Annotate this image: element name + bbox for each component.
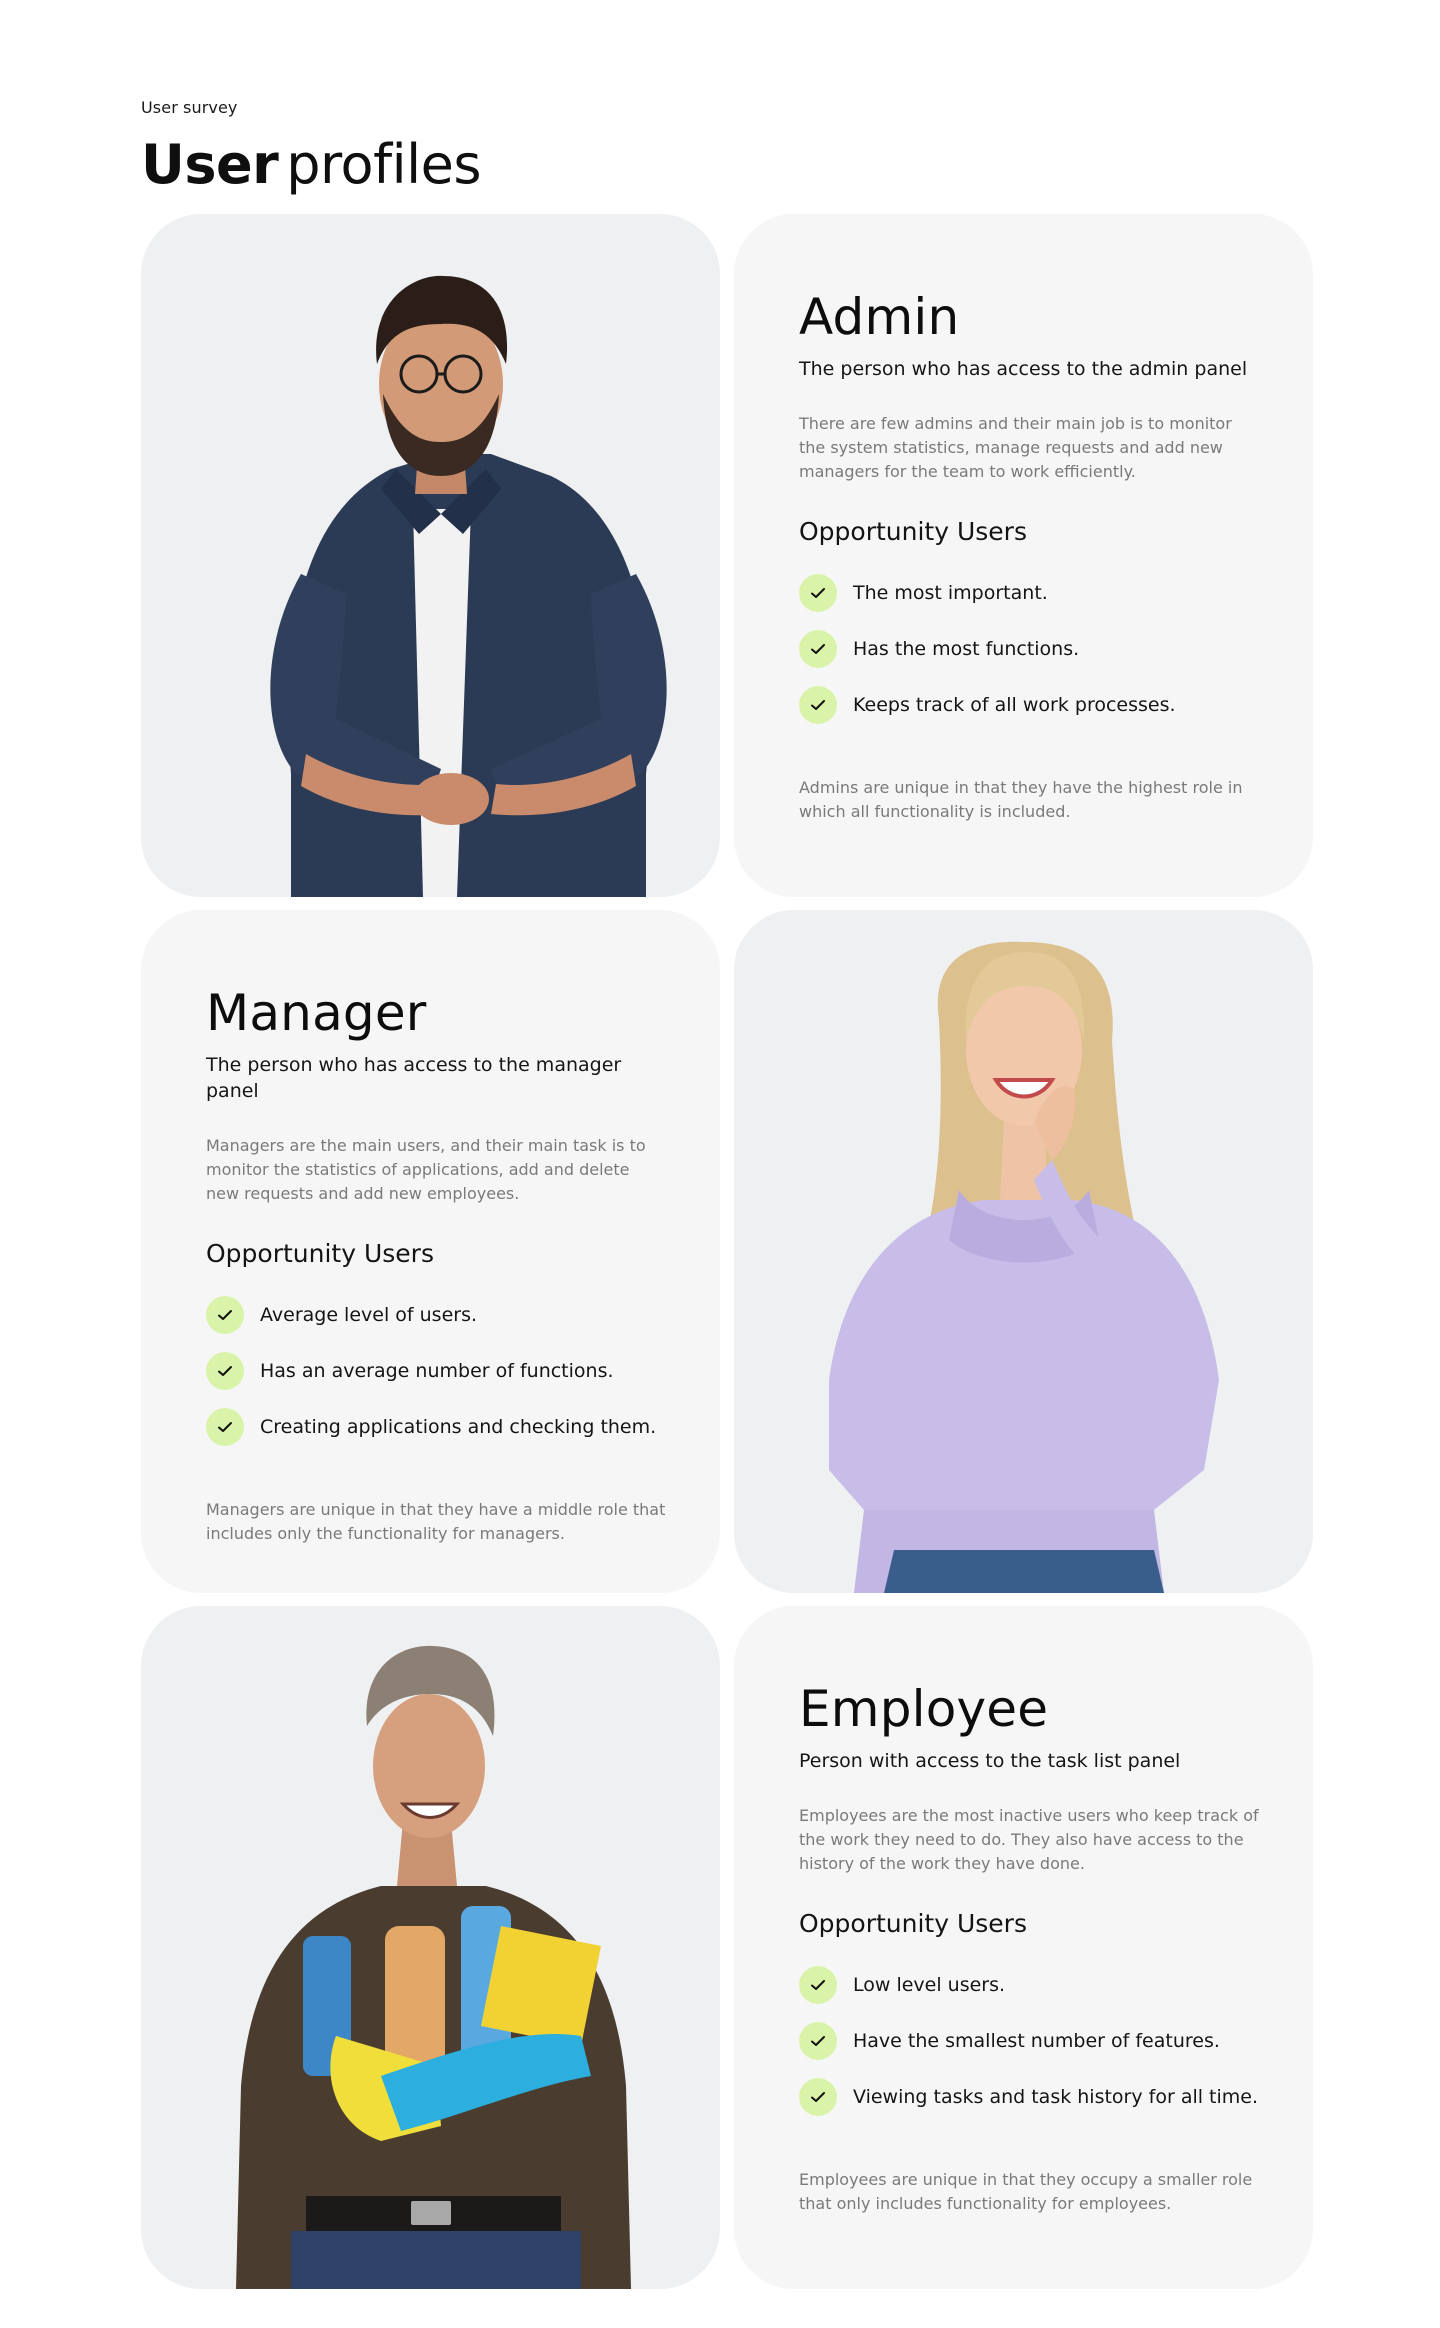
manager-item-label: Average level of users. xyxy=(260,1304,478,1326)
page-kicker: User survey xyxy=(141,98,238,117)
employee-card: Employee Person with access to the task … xyxy=(734,1606,1313,2289)
manager-item-label: Has an average number of functions. xyxy=(260,1360,614,1382)
manager-photo-card xyxy=(734,910,1313,1593)
employee-item-label: Viewing tasks and task history for all t… xyxy=(853,2086,1259,2108)
employee-opportunity-title: Opportunity Users xyxy=(799,1909,1027,1938)
admin-opportunity-title: Opportunity Users xyxy=(799,517,1027,546)
list-item: Has an average number of functions. xyxy=(206,1352,666,1390)
page-title-light: profiles xyxy=(286,133,481,196)
manager-card: Manager The person who has access to the… xyxy=(141,910,720,1593)
check-icon xyxy=(799,574,837,612)
employee-subtitle: Person with access to the task list pane… xyxy=(799,1750,1181,1772)
employee-opportunity-list: Low level users. Have the smallest numbe… xyxy=(799,1966,1259,2116)
check-icon xyxy=(206,1296,244,1334)
manager-title: Manager xyxy=(206,984,427,1042)
check-icon xyxy=(206,1352,244,1390)
admin-note: Admins are unique in that they have the … xyxy=(799,778,1243,821)
check-icon xyxy=(799,2078,837,2116)
manager-card-content: Manager The person who has access to the… xyxy=(206,980,666,1546)
admin-subtitle: The person who has access to the admin p… xyxy=(799,358,1248,380)
list-item: Low level users. xyxy=(799,1966,1259,2004)
manager-photo xyxy=(829,941,1219,1593)
list-item: Creating applications and checking them. xyxy=(206,1408,666,1446)
employee-description: Employees are the most inactive users wh… xyxy=(799,1806,1259,1873)
employee-note: Employees are unique in that they occupy… xyxy=(799,2170,1253,2213)
manager-opportunity-list: Average level of users. Has an average n… xyxy=(206,1296,666,1446)
user-profiles-page: User survey User profiles Admin The pers… xyxy=(0,0,1440,2328)
admin-title: Admin xyxy=(799,288,960,346)
manager-note: Managers are unique in that they have a … xyxy=(206,1500,666,1543)
list-item: The most important. xyxy=(799,574,1259,612)
check-icon xyxy=(206,1408,244,1446)
admin-card: Admin The person who has access to the a… xyxy=(734,214,1313,897)
check-icon xyxy=(799,1966,837,2004)
employee-item-label: Low level users. xyxy=(853,1974,1006,1996)
page-title-strong: User xyxy=(141,133,279,196)
employee-card-content: Employee Person with access to the task … xyxy=(799,1676,1259,2216)
admin-photo-card xyxy=(141,214,720,897)
check-icon xyxy=(799,686,837,724)
list-item: Have the smallest number of features. xyxy=(799,2022,1259,2060)
list-item: Average level of users. xyxy=(206,1296,666,1334)
employee-photo xyxy=(236,1645,631,2289)
list-item: Viewing tasks and task history for all t… xyxy=(799,2078,1259,2116)
page-title: User profiles xyxy=(141,130,481,200)
manager-item-label: Creating applications and checking them. xyxy=(260,1416,657,1438)
admin-item-label: Has the most functions. xyxy=(853,638,1080,660)
admin-photo xyxy=(270,275,667,897)
admin-opportunity-list: The most important. Has the most functio… xyxy=(799,574,1259,724)
admin-item-label: The most important. xyxy=(853,582,1048,604)
list-item: Has the most functions. xyxy=(799,630,1259,668)
employee-photo-card xyxy=(141,1606,720,2289)
admin-card-content: Admin The person who has access to the a… xyxy=(799,284,1259,824)
check-icon xyxy=(799,2022,837,2060)
admin-item-label: Keeps track of all work processes. xyxy=(853,694,1176,716)
admin-description: There are few admins and their main job … xyxy=(799,414,1232,481)
list-item: Keeps track of all work processes. xyxy=(799,686,1259,724)
employee-item-label: Have the smallest number of features. xyxy=(853,2030,1220,2052)
manager-subtitle: The person who has access to the manager… xyxy=(206,1054,622,1102)
manager-description: Managers are the main users, and their m… xyxy=(206,1136,646,1203)
manager-opportunity-title: Opportunity Users xyxy=(206,1239,434,1268)
employee-title: Employee xyxy=(799,1680,1049,1738)
check-icon xyxy=(799,630,837,668)
